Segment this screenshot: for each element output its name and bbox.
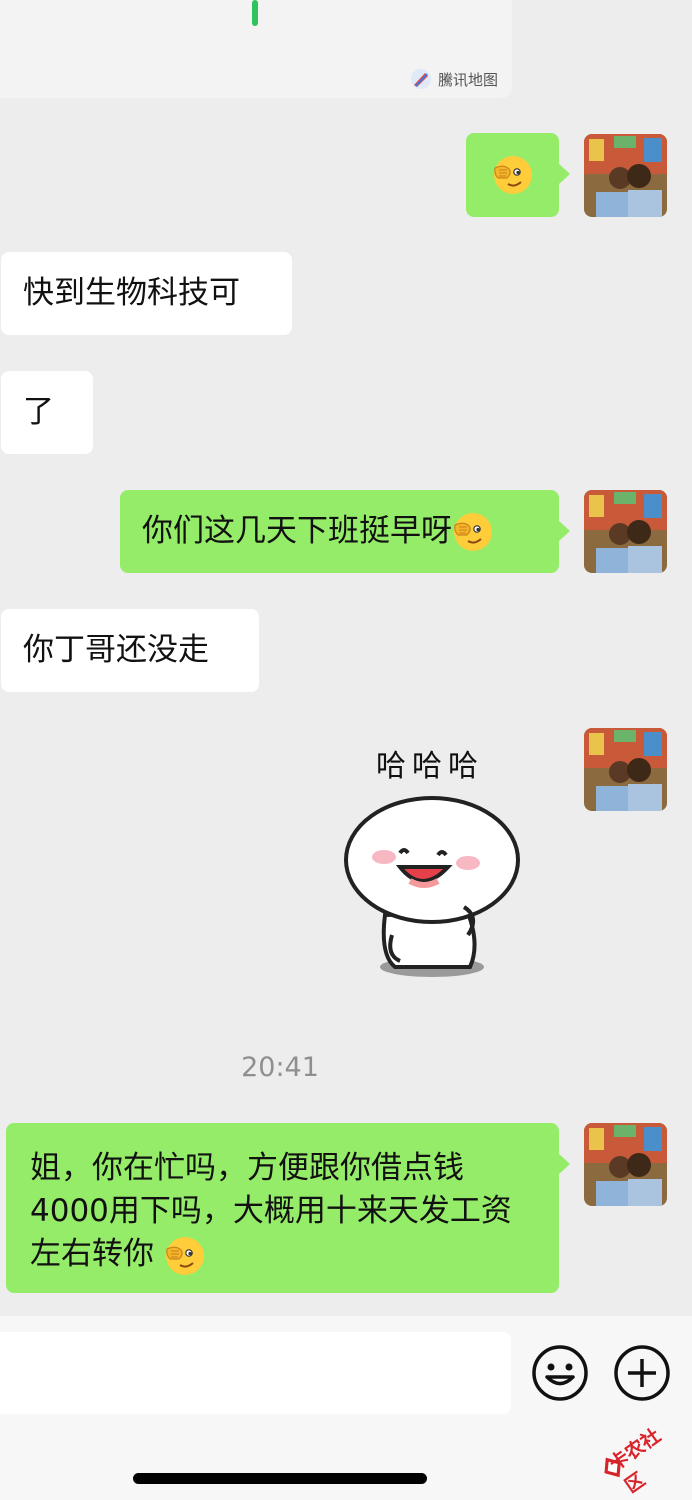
covering-eye-emoji-icon: [493, 156, 532, 194]
message-bubble-outgoing[interactable]: 姐，你在忙吗，方便跟你借点钱4000用下吗，大概用十来天发工资左右转你: [6, 1123, 570, 1293]
avatar-photo: [584, 134, 667, 217]
sticker-message[interactable]: 哈哈哈: [340, 735, 540, 990]
home-indicator[interactable]: [133, 1473, 427, 1484]
plus-circle-icon[interactable]: [613, 1344, 671, 1402]
avatar[interactable]: [584, 1123, 667, 1206]
covering-eye-emoji-icon: [454, 512, 492, 551]
tencent-map-icon: [410, 69, 431, 89]
message-input[interactable]: [0, 1332, 511, 1414]
time-divider: 20:41: [241, 1052, 319, 1083]
covering-eye-emoji-icon: [165, 1236, 204, 1275]
message-text: 了: [23, 394, 54, 430]
avatar-photo: [584, 1123, 667, 1206]
map-attribution: 騰讯地图: [410, 68, 498, 90]
message-bubble-incoming[interactable]: 你丁哥还没走: [1, 609, 259, 692]
message-bubble-incoming[interactable]: 快到生物科技可: [1, 252, 292, 335]
avatar[interactable]: [584, 134, 667, 217]
map-attribution-text: 騰讯地图: [437, 70, 498, 89]
message-bubble-incoming[interactable]: 了: [1, 371, 93, 454]
avatar[interactable]: [584, 490, 667, 573]
avatar-photo: [584, 490, 667, 573]
message-bubble-outgoing[interactable]: 你们这几天下班挺早呀: [120, 490, 570, 573]
avatar-photo: [584, 728, 667, 811]
message-text: 你们这几天下班挺早呀: [142, 513, 452, 549]
message-text-content: 姐，你在忙吗，方便跟你借点钱4000用下吗，大概用十来天发工资左右转你: [30, 1150, 512, 1272]
smiley-face-icon[interactable]: [531, 1344, 589, 1402]
laughing-blob-sticker-icon: [344, 796, 520, 977]
location-map-card[interactable]: 騰讯地图: [0, 0, 512, 98]
message-bubble-outgoing[interactable]: [466, 133, 570, 217]
watermark-logo: 卡农社区: [586, 1410, 686, 1498]
message-text: 快到生物科技可: [23, 275, 240, 311]
sticker-caption: 哈哈哈: [376, 749, 484, 784]
message-text: 姐，你在忙吗，方便跟你借点钱4000用下吗，大概用十来天发工资左右转你: [30, 1147, 535, 1277]
avatar[interactable]: [584, 728, 667, 811]
map-route-line: [252, 0, 258, 26]
message-text: 你丁哥还没走: [23, 632, 209, 668]
